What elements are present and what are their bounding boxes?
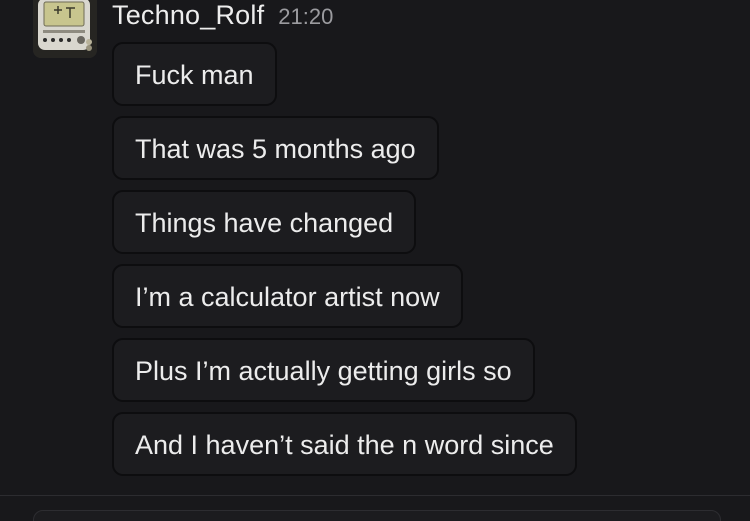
message-bubble[interactable]: And I haven’t said the n word since	[112, 412, 577, 476]
chat-window: Techno_Rolf 21:20 Fuck man That was 5 mo…	[0, 0, 750, 521]
message-timestamp: 21:20	[278, 4, 334, 29]
composer-divider	[0, 495, 750, 496]
calculator-avatar-icon	[33, 0, 97, 58]
message-bubble[interactable]: Fuck man	[112, 42, 277, 106]
message-composer-input[interactable]	[33, 510, 721, 521]
message-bubble[interactable]: Plus I’m actually getting girls so	[112, 338, 535, 402]
message-bubble[interactable]: I’m a calculator artist now	[112, 264, 463, 328]
avatar[interactable]	[33, 0, 97, 58]
author-name[interactable]: Techno_Rolf	[112, 0, 264, 31]
message-header: Techno_Rolf 21:20	[112, 0, 333, 30]
message-bubble[interactable]: Things have changed	[112, 190, 417, 254]
message-bubble[interactable]: That was 5 months ago	[112, 116, 439, 180]
